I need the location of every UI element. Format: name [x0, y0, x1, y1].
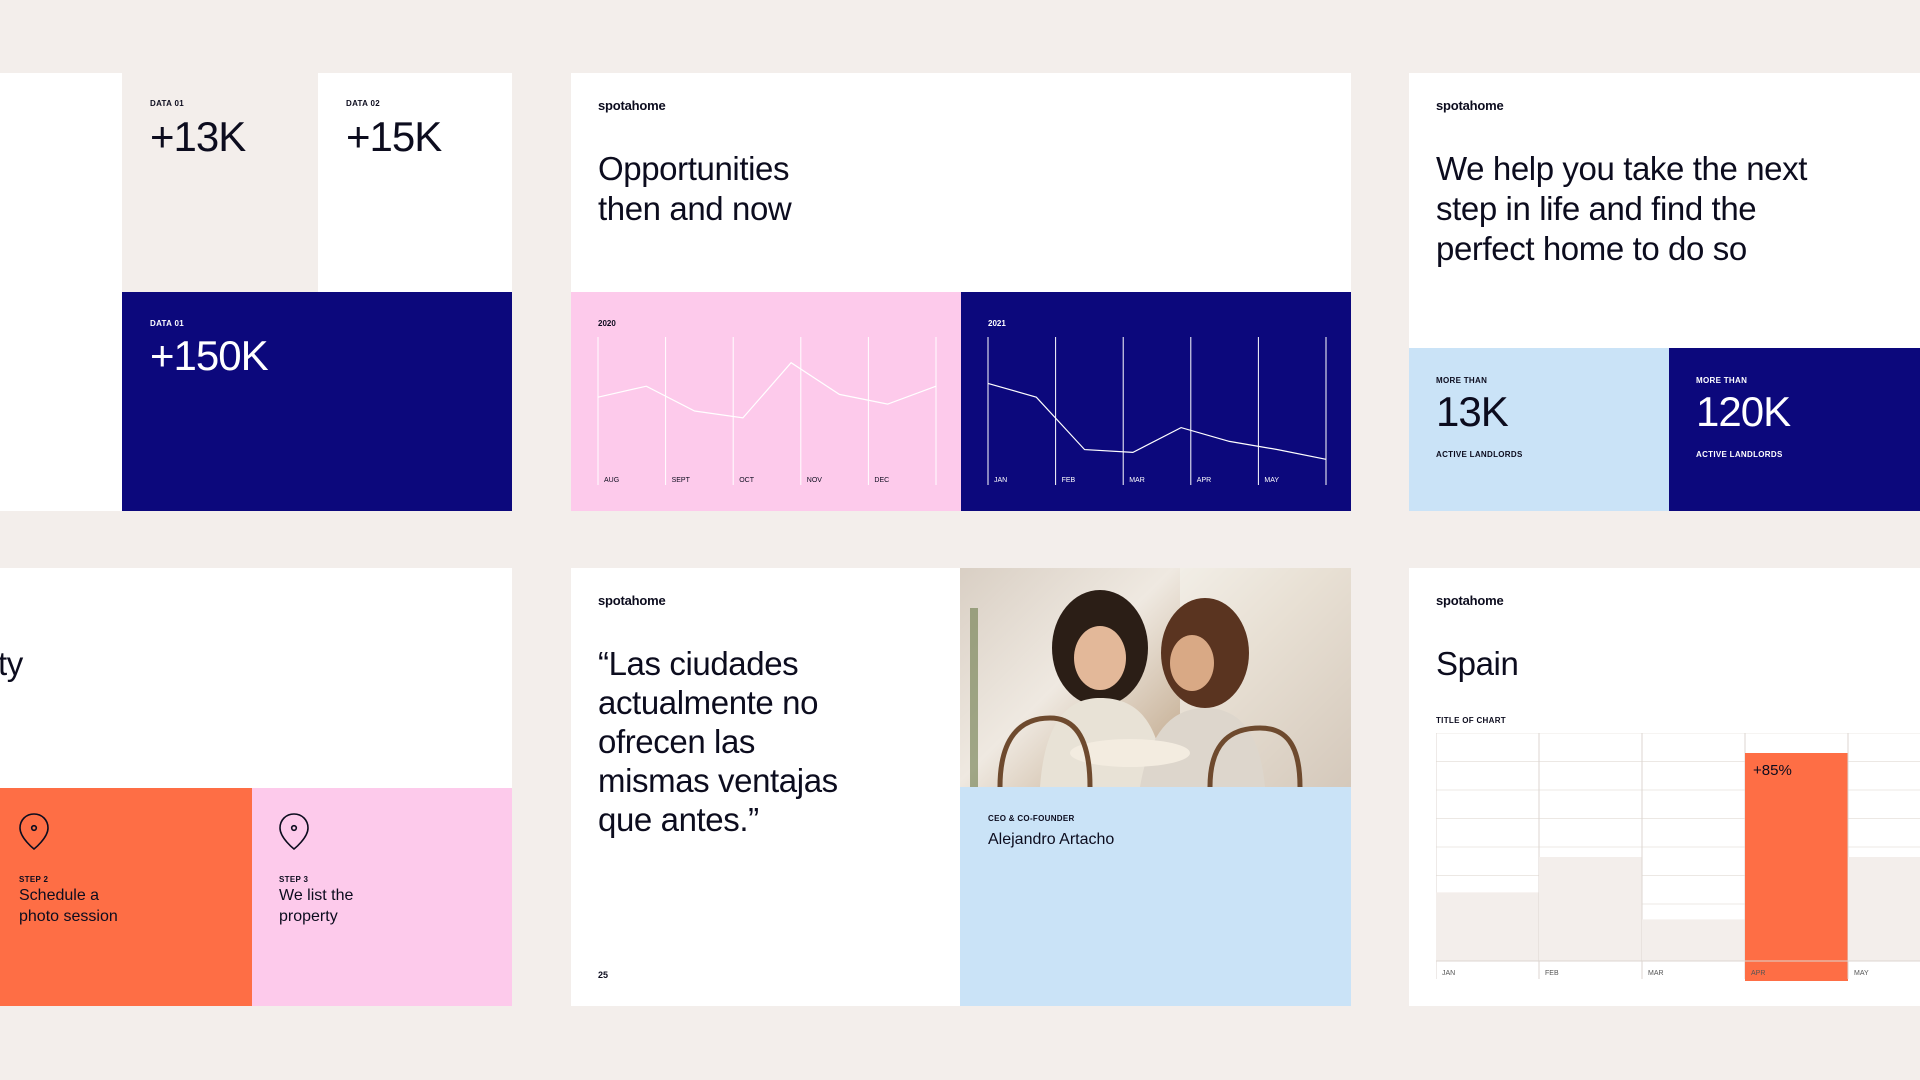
chart-month-label: APR	[1197, 477, 1211, 484]
data-tile-3: DATA 01 +150K	[122, 292, 512, 511]
chart-category-label: FEB	[1545, 970, 1559, 977]
chart-bar	[1436, 892, 1539, 961]
stat-prefix: MORE THAN	[1696, 376, 1748, 385]
stat-caption: ACTIVE LANDLORDS	[1436, 450, 1523, 459]
chart-series-line	[597, 361, 937, 419]
data-tile-value: +15K	[346, 113, 442, 160]
slide-data-left-strip	[0, 73, 122, 511]
quote-line: actualmente no	[598, 684, 819, 721]
stat-tile-landlords-2: MORE THAN 120K ACTIVE LANDLORDS	[1669, 348, 1920, 511]
brand-logo: spotahome	[1436, 98, 1504, 113]
slide-title: Opportunities then and now	[598, 149, 792, 229]
quote-line: “Las ciudades	[598, 645, 799, 682]
location-pin-icon	[19, 813, 49, 851]
author-role: CEO & CO-FOUNDER	[988, 814, 1075, 823]
chart-category-label: MAR	[1648, 970, 1664, 977]
chart-title: TITLE OF CHART	[1436, 716, 1506, 725]
stat-tile-landlords: MORE THAN 13K ACTIVE LANDLORDS	[1409, 348, 1669, 511]
chart-category-label: MAY	[1854, 970, 1869, 977]
chart-panel-2020: 2020 AUG SEPT OCT NOV DEC	[571, 292, 961, 511]
step-line: property	[279, 908, 338, 925]
title-line: then and now	[598, 190, 792, 227]
quote-line: mismas ventajas	[598, 762, 838, 799]
step-label: STEP 2	[19, 875, 49, 884]
step-card-3: STEP 3 We list the property	[252, 788, 512, 1006]
bar-chart-spain: JAN FEB MAR APR +85% MAY	[1436, 733, 1920, 981]
step-description: We list the property	[279, 885, 353, 927]
chart-month-label: FEB	[1062, 477, 1076, 484]
brand-logo: spotahome	[598, 98, 666, 113]
slide-quote: spotahome “Las ciudades actualmente no o…	[571, 568, 1351, 1006]
data-tile-label: DATA 01	[150, 99, 184, 108]
data-tile-value: +13K	[150, 113, 246, 160]
step-line: Schedule a	[19, 887, 100, 904]
chart-month-label: DEC	[874, 477, 889, 484]
page-number: 25	[598, 970, 609, 980]
brand-logo: spotahome	[1436, 593, 1504, 608]
stat-caption: ACTIVE LANDLORDS	[1696, 450, 1783, 459]
chart-year-label: 2021	[988, 319, 1006, 328]
quote-line: ofrecen las	[598, 723, 756, 760]
data-tile-label: DATA 02	[346, 99, 380, 108]
author-panel: CEO & CO-FOUNDER Alejandro Artacho	[960, 787, 1351, 1006]
data-tile-1: DATA 01 +13K	[122, 73, 318, 292]
step-line: We list the	[279, 887, 354, 904]
chart-year-label: 2020	[598, 319, 616, 328]
data-tile-label: DATA 01	[150, 319, 184, 328]
chart-bar	[1539, 857, 1642, 961]
step-label: STEP 3	[279, 875, 309, 884]
stat-value: 13K	[1436, 388, 1509, 435]
chart-panel-2021: 2021 JAN FEB MAR APR MAY	[961, 292, 1351, 511]
headline-line: perfect home to do so	[1436, 230, 1747, 267]
title-line: Opportunities	[598, 150, 790, 187]
chart-month-label: SEPT	[672, 477, 691, 484]
chart-month-label: MAY	[1264, 477, 1279, 484]
slide-steps: ty STEP 2 Schedule a photo session STEP …	[0, 568, 512, 1006]
headline-line: We help you take the next	[1436, 150, 1807, 187]
slide-help: spotahome We help you take the next step…	[1409, 73, 1920, 511]
step-description: Schedule a photo session	[19, 885, 118, 927]
chart-series-line	[987, 382, 1327, 460]
step-line: photo session	[19, 908, 118, 925]
author-name: Alejandro Artacho	[988, 831, 1115, 848]
headline-line: step in life and find the	[1436, 190, 1757, 227]
brand-logo: spotahome	[598, 593, 666, 608]
chart-month-label: JAN	[994, 477, 1007, 484]
line-chart-2020: 2020 AUG SEPT OCT NOV DEC	[597, 319, 937, 485]
data-tile-value: +150K	[150, 332, 269, 379]
chart-category-label: APR	[1751, 970, 1765, 977]
slide-spain: spotahome Spain TITLE OF CHART JAN FEB MAR…	[1409, 568, 1920, 1006]
step-card-2: STEP 2 Schedule a photo session	[0, 788, 252, 1006]
slide-title: Spain	[1436, 645, 1519, 682]
line-chart-2021: 2021 JAN FEB MAR APR MAY	[987, 319, 1327, 485]
chart-month-label: AUG	[604, 477, 619, 484]
chart-bar	[1848, 857, 1920, 961]
slide-opportunities: spotahome Opportunities then and now 202…	[571, 73, 1351, 511]
chart-month-label: OCT	[739, 477, 755, 484]
photo-two-women	[960, 568, 1351, 788]
location-pin-icon	[279, 813, 309, 851]
chart-bar	[1642, 919, 1745, 961]
stat-prefix: MORE THAN	[1436, 376, 1488, 385]
chart-bar	[1745, 753, 1848, 981]
slide-headline: We help you take the next step in life a…	[1436, 149, 1807, 269]
photo-illustration	[970, 568, 1351, 788]
chart-month-label: MAR	[1129, 477, 1145, 484]
quote-text: “Las ciudades actualmente no ofrecen las…	[598, 644, 838, 839]
data-tile-2: DATA 02 +15K	[318, 73, 512, 292]
stat-value: 120K	[1696, 388, 1791, 435]
chart-highlight-label: +85%	[1753, 762, 1792, 779]
chart-month-label: NOV	[807, 477, 823, 484]
chart-category-label: JAN	[1442, 970, 1455, 977]
slide-title-partial: ty	[0, 645, 23, 682]
quote-line: que antes.”	[598, 801, 759, 838]
